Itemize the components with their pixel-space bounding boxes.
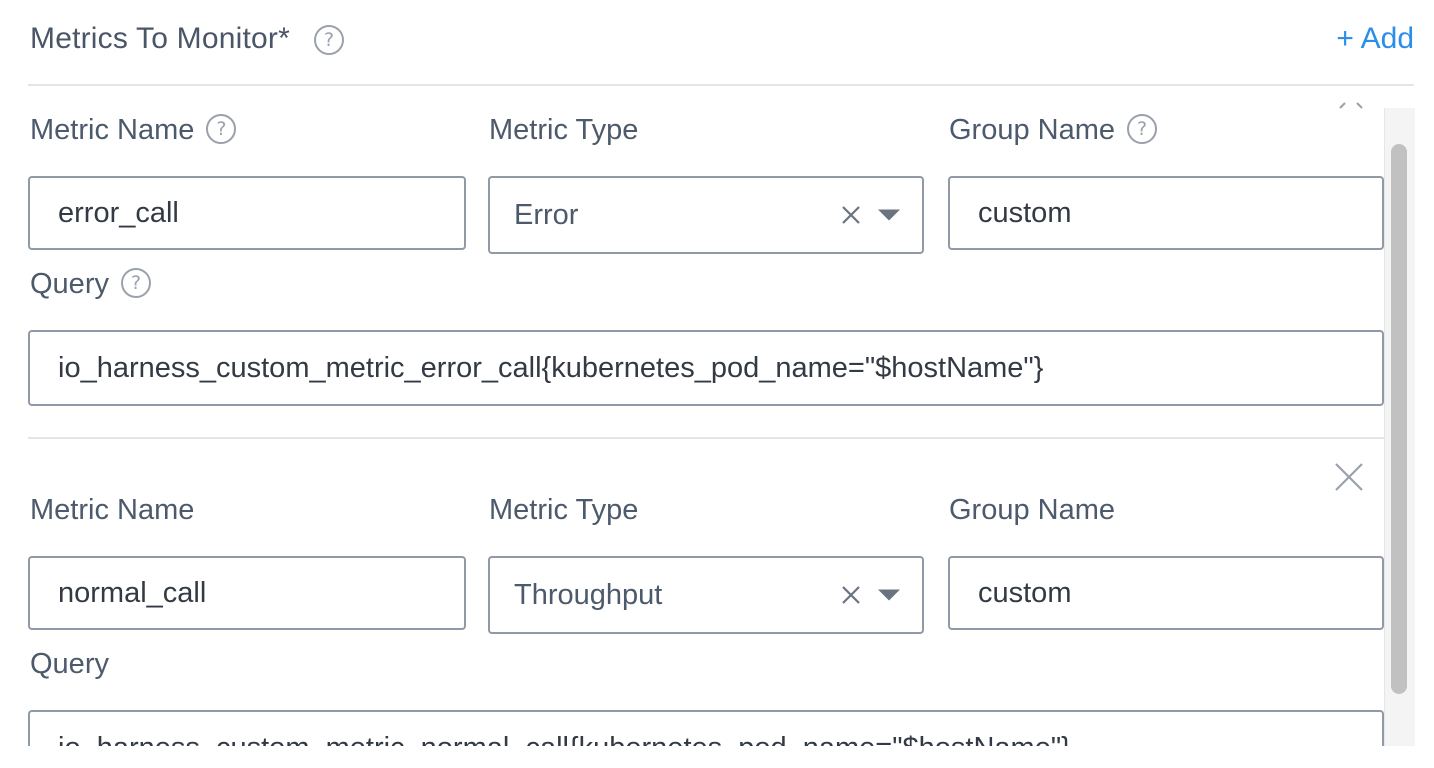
group-name-label: Group Name — [949, 494, 1115, 527]
metrics-to-monitor-panel: Metrics To Monitor* ? + Add Metric Name?… — [0, 0, 1434, 768]
clear-icon[interactable] — [840, 204, 862, 226]
help-icon[interactable]: ? — [120, 268, 151, 299]
query-label-text: Query — [30, 268, 109, 300]
query-input[interactable]: io_harness_custom_metric_normal_call{kub… — [28, 710, 1384, 746]
scrollbar-thumb[interactable] — [1391, 144, 1407, 694]
group-name-input[interactable]: custom — [948, 176, 1384, 250]
metrics-list[interactable]: Metric Name? Metric Type Group Name? err… — [0, 86, 1434, 746]
group-name-input[interactable]: custom — [948, 556, 1384, 630]
query-input[interactable]: io_harness_custom_metric_error_call{kube… — [28, 330, 1384, 406]
clear-icon[interactable] — [840, 584, 862, 606]
metric-name-input[interactable]: error_call — [28, 176, 466, 250]
metric-name-label-text: Metric Name — [30, 114, 195, 146]
metric-divider — [28, 437, 1384, 439]
close-icon[interactable] — [1334, 462, 1364, 492]
metrics-header: Metrics To Monitor* ? + Add — [30, 18, 1414, 62]
metric-name-label: Metric Name — [30, 494, 194, 527]
group-name-label-text: Group Name — [949, 114, 1116, 146]
add-metric-button[interactable]: + Add — [1336, 22, 1414, 56]
query-label-text: Query — [30, 648, 109, 680]
metric-name-label: Metric Name? — [30, 114, 237, 147]
section-title: Metrics To Monitor* — [30, 22, 290, 55]
chevron-down-icon[interactable] — [878, 209, 900, 221]
metric-type-value: Throughput — [514, 578, 663, 611]
metric-type-label: Metric Type — [489, 494, 638, 527]
group-name-label-text: Group Name — [949, 494, 1116, 526]
query-label: Query — [30, 648, 109, 681]
metric-name-input[interactable]: normal_call — [28, 556, 466, 630]
group-name-label: Group Name? — [949, 114, 1158, 147]
help-icon[interactable]: ? — [1127, 114, 1158, 145]
metric-type-label-text: Metric Type — [489, 114, 639, 146]
metric-type-label-text: Metric Type — [489, 494, 639, 526]
metric-type-select[interactable]: Throughput — [488, 556, 924, 634]
help-icon[interactable]: ? — [206, 114, 237, 145]
metric-type-value: Error — [514, 198, 579, 231]
metric-type-select[interactable]: Error — [488, 176, 924, 254]
help-icon[interactable]: ? — [314, 25, 344, 55]
close-icon[interactable] — [1336, 100, 1366, 110]
query-label: Query? — [30, 268, 151, 301]
metric-name-label-text: Metric Name — [30, 494, 195, 526]
metric-type-label: Metric Type — [489, 114, 638, 147]
chevron-down-icon[interactable] — [878, 589, 900, 601]
